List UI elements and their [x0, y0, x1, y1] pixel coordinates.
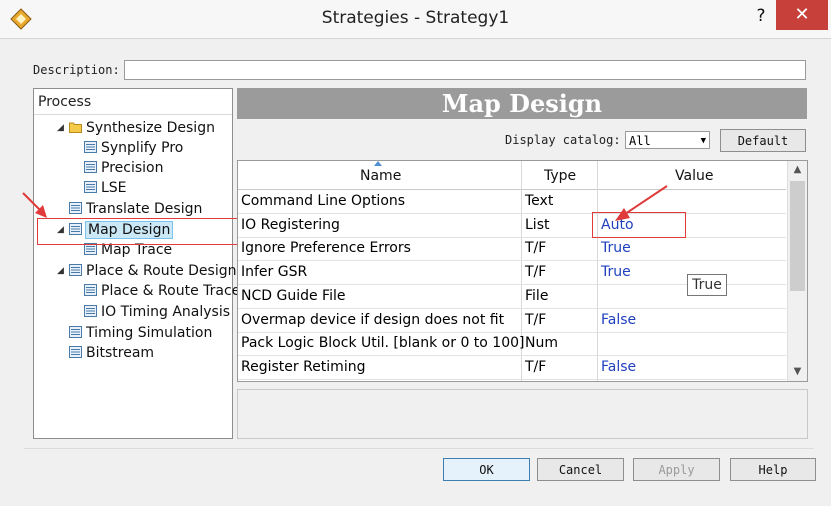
property-name-cell: Overmap device if design does not fit: [241, 311, 505, 328]
display-catalog-label: Display catalog:: [505, 133, 621, 147]
grid-scrollbar[interactable]: ▲ ▼: [787, 161, 807, 381]
scroll-down-icon[interactable]: ▼: [788, 363, 807, 381]
column-header-value[interactable]: Value: [675, 168, 713, 184]
map-design-highlight-annotation: [37, 218, 239, 245]
tree-item[interactable]: ◢ Synthesize Design: [57, 119, 215, 138]
chevron-down-icon: ▼: [700, 136, 706, 146]
display-catalog-select[interactable]: All ▼: [625, 131, 710, 149]
property-name-cell: Infer GSR: [241, 264, 308, 281]
close-window-button[interactable]: ✕: [776, 0, 828, 30]
help-button[interactable]: Help: [730, 458, 816, 481]
value-tooltip: True: [687, 274, 727, 296]
sort-ascending-icon: [374, 161, 382, 166]
description-label: Description:: [33, 63, 120, 77]
tree-item[interactable]: ◢ Place & Route Design: [57, 262, 237, 281]
tree-item[interactable]: Translate Design: [69, 200, 202, 219]
grid-row[interactable]: Overmap device if design does not fit T/F…: [238, 309, 786, 333]
property-name-cell: Pack Logic Block Util. [blank or 0 to 10…: [241, 335, 525, 352]
column-header-name[interactable]: Name: [360, 168, 401, 184]
property-type-cell: File: [525, 287, 549, 304]
tree-item[interactable]: Precision: [84, 159, 163, 178]
grid-header: Name Type Value: [238, 161, 786, 190]
cancel-button[interactable]: Cancel: [537, 458, 624, 481]
auto-value-highlight-annotation: [592, 212, 686, 238]
title-bar: Strategies - Strategy1 ? ✕: [0, 0, 831, 39]
tree-item-label: Translate Design: [86, 201, 203, 217]
footer-divider: [24, 448, 814, 449]
settings-sheet-icon: [84, 161, 97, 173]
scrollbar-thumb[interactable]: [790, 181, 805, 291]
property-type-cell: T/F: [525, 264, 547, 281]
property-name-cell: Command Line Options: [241, 193, 406, 209]
property-type-cell: T/F: [525, 240, 547, 257]
tree-item-label: LSE: [101, 180, 127, 196]
scroll-up-icon[interactable]: ▲: [788, 161, 807, 179]
tree-item[interactable]: LSE: [84, 179, 127, 198]
tree-item-label: Precision: [101, 160, 164, 176]
settings-sheet-icon: [69, 326, 82, 338]
settings-sheet-icon: [84, 141, 97, 153]
column-header-type[interactable]: Type: [544, 168, 576, 184]
process-header-divider: [34, 114, 232, 115]
section-banner: Map Design: [237, 88, 807, 119]
property-value-cell[interactable]: False: [601, 356, 636, 379]
property-value-cell[interactable]: True: [601, 237, 631, 260]
properties-grid: Name Type Value Command Line Options Text…: [237, 160, 808, 382]
apply-button[interactable]: Apply: [633, 458, 720, 481]
help-title-button[interactable]: ?: [748, 3, 774, 29]
property-name-cell: IO Registering: [241, 216, 340, 233]
property-type-cell: T/F: [525, 358, 547, 375]
property-type-cell: Num: [525, 335, 558, 352]
display-catalog-value: All: [629, 134, 651, 148]
settings-sheet-icon: [69, 202, 82, 214]
tree-item[interactable]: IO Timing Analysis: [84, 303, 230, 322]
window-title: Strategies - Strategy1: [321, 8, 510, 28]
grid-row[interactable]: Pack Logic Block Util. [blank or 0 to 10…: [238, 332, 786, 357]
ok-button[interactable]: OK: [443, 458, 530, 481]
default-button[interactable]: Default: [720, 129, 806, 152]
grid-row[interactable]: Ignore Preference Errors T/F True: [238, 237, 786, 262]
tree-item-label: Bitstream: [86, 345, 155, 361]
grid-row[interactable]: IO Registering List Auto: [238, 214, 786, 238]
tree-item-label: Place & Route Design: [86, 263, 237, 279]
property-name-cell: NCD Guide File: [241, 287, 346, 304]
property-type-cell: Text: [525, 193, 554, 209]
grid-row[interactable]: Register Retiming T/F False: [238, 356, 786, 380]
folder-icon: [69, 122, 82, 133]
expand-triangle-icon[interactable]: ◢: [57, 119, 64, 138]
grid-row[interactable]: Command Line Options Text: [238, 190, 786, 214]
tree-item[interactable]: Timing Simulation: [69, 324, 212, 343]
description-input[interactable]: [124, 60, 806, 80]
process-tree: Process ◢ Synthesize Design Synplify Pro Pr…: [33, 88, 240, 439]
tree-item[interactable]: Synplify Pro: [84, 139, 183, 158]
property-type-cell: List: [525, 216, 550, 233]
process-header: Process: [38, 94, 92, 110]
property-type-cell: T/F: [525, 311, 547, 328]
tree-item-label: Place & Route Trace: [101, 283, 241, 299]
property-value-cell[interactable]: True: [601, 261, 631, 284]
settings-sheet-icon: [84, 181, 97, 193]
property-value-cell[interactable]: False: [601, 309, 636, 332]
settings-sheet-icon: [84, 305, 97, 317]
tree-item-label: Synplify Pro: [101, 140, 184, 156]
settings-sheet-icon: [69, 346, 82, 358]
tree-item-label: IO Timing Analysis: [101, 304, 231, 320]
property-name-cell: Ignore Preference Errors: [241, 240, 411, 257]
expand-triangle-icon[interactable]: ◢: [57, 262, 64, 281]
settings-sheet-icon: [69, 264, 82, 276]
tree-item-label: Synthesize Design: [86, 120, 215, 136]
property-name-cell: Register Retiming: [241, 358, 366, 375]
settings-sheet-icon: [84, 284, 97, 296]
tree-item[interactable]: Place & Route Trace: [84, 282, 240, 301]
tree-item[interactable]: Bitstream: [69, 344, 154, 363]
tree-item-label: Timing Simulation: [86, 325, 213, 341]
property-description-area: [237, 389, 808, 439]
